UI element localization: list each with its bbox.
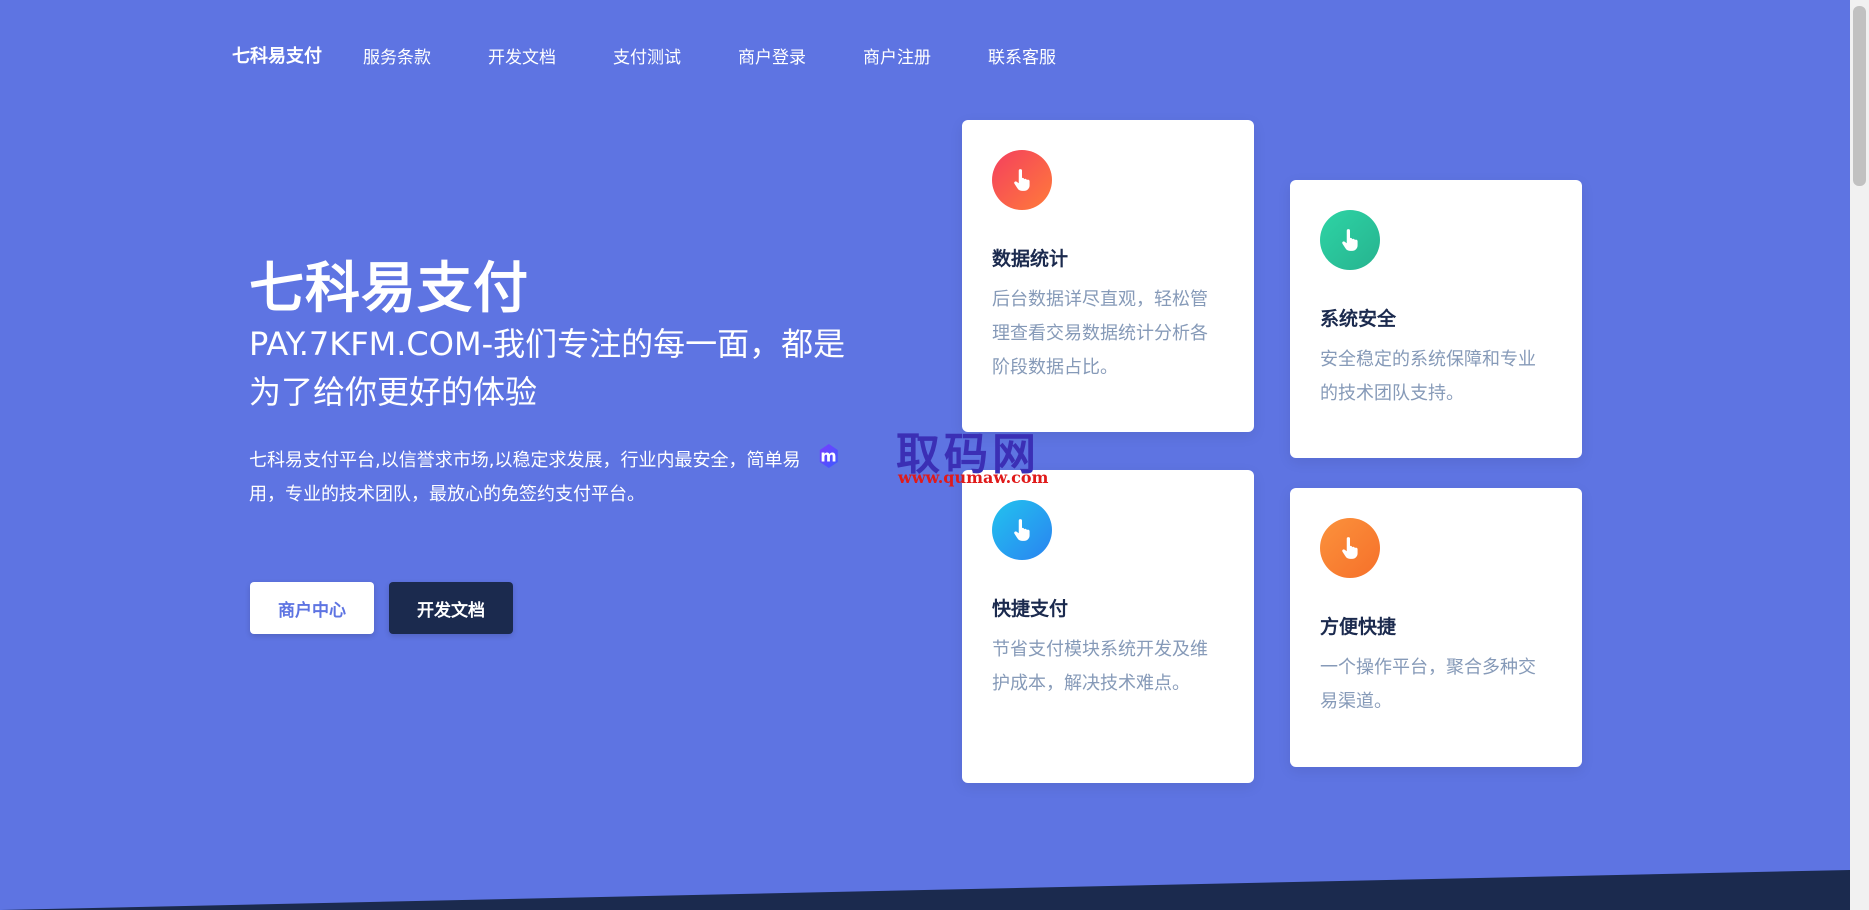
svg-text:m: m	[820, 447, 836, 465]
nav-link-dev-docs[interactable]: 开发文档	[488, 43, 556, 68]
feature-title: 数据统计	[992, 248, 1069, 270]
feature-card-data-stats: 数据统计 后台数据详尽直观，轻松管理查看交易数据统计分析各阶段数据占比。	[962, 120, 1254, 432]
merchant-center-button[interactable]: 商户中心	[250, 582, 374, 634]
feature-title: 快捷支付	[992, 598, 1069, 620]
nav-link-merchant-register[interactable]: 商户注册	[863, 43, 931, 68]
hero-title: 七科易支付	[249, 256, 530, 320]
feature-title: 系统安全	[1320, 308, 1397, 330]
feature-text: 后台数据详尽直观，轻松管理查看交易数据统计分析各阶段数据占比。	[992, 289, 1208, 378]
feature-card-convenient: 方便快捷 一个操作平台，聚合多种交易渠道。	[1290, 488, 1582, 767]
dev-docs-button[interactable]: 开发文档	[389, 582, 513, 634]
hand-pointer-icon	[992, 150, 1052, 210]
watermark-url: www.qumaw.com	[898, 468, 1049, 487]
hand-pointer-icon	[1320, 518, 1380, 578]
nav-link-merchant-login[interactable]: 商户登录	[738, 43, 806, 68]
scrollbar-thumb[interactable]	[1853, 6, 1866, 186]
vertical-scrollbar[interactable]	[1850, 0, 1869, 910]
feature-text: 一个操作平台，聚合多种交易渠道。	[1320, 657, 1536, 712]
nav-link-contact-support[interactable]: 联系客服	[988, 43, 1056, 68]
hero-subtitle: PAY.7KFM.COM-我们专注的每一面，都是为了给你更好的体验	[249, 325, 846, 411]
feature-title: 方便快捷	[1320, 616, 1397, 638]
nav-link-terms[interactable]: 服务条款	[363, 43, 431, 68]
feature-text: 节省支付模块系统开发及维护成本，解决技术难点。	[992, 639, 1208, 694]
brand-logo[interactable]: 七科易支付	[232, 42, 322, 68]
top-navigation: 七科易支付 服务条款 开发文档 支付测试 商户登录 商户注册 联系客服	[0, 0, 1850, 108]
watermark-logo-icon: m	[819, 444, 838, 468]
hand-pointer-icon	[1320, 210, 1380, 270]
nav-link-pay-test[interactable]: 支付测试	[613, 43, 681, 68]
feature-text: 安全稳定的系统保障和专业的技术团队支持。	[1320, 349, 1536, 404]
hand-pointer-icon	[992, 500, 1052, 560]
hero-description: 七科易支付平台,以信誉求市场,以稳定求发展，行业内最安全，简单易用，专业的技术团…	[249, 450, 801, 505]
feature-card-security: 系统安全 安全稳定的系统保障和专业的技术团队支持。	[1290, 180, 1582, 458]
feature-card-fast-pay: 快捷支付 节省支付模块系统开发及维护成本，解决技术难点。	[962, 470, 1254, 783]
bottom-divider-shape	[0, 870, 1850, 910]
